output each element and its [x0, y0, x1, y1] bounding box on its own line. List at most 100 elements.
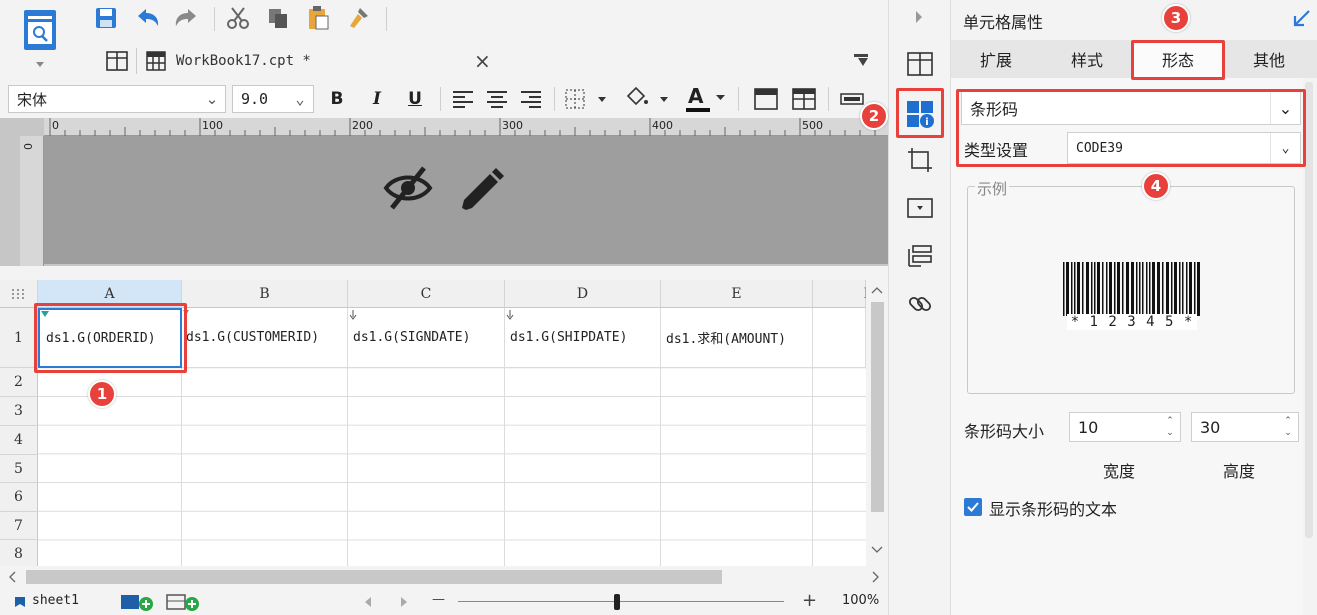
cell-e1-amount-sum[interactable]: ds1.求和(AMOUNT): [661, 308, 813, 368]
widget-button[interactable]: [904, 192, 936, 224]
underline-button[interactable]: U: [404, 86, 426, 112]
split-cells-icon[interactable]: [792, 88, 816, 110]
ruler-tick-label: 400: [652, 119, 673, 132]
font-color-button[interactable]: A: [684, 84, 714, 114]
paste-button[interactable]: [304, 4, 332, 32]
show-text-checkbox[interactable]: [964, 498, 982, 516]
column-header-f[interactable]: I: [813, 280, 866, 308]
chevron-down-icon[interactable]: [716, 95, 726, 103]
annotation-badge-2: 2: [860, 102, 888, 130]
add-poly-sheet-icon[interactable]: [166, 593, 200, 611]
barcode-width-value: 10: [1078, 417, 1099, 437]
edit-pencil-icon[interactable]: [458, 166, 504, 212]
column-header-c[interactable]: C: [348, 280, 505, 308]
height-label: 高度: [1223, 462, 1256, 481]
font-size-select[interactable]: 9.0 ⌄: [232, 85, 314, 113]
sheet-properties-button[interactable]: [904, 48, 936, 80]
align-right-icon[interactable]: [520, 89, 542, 109]
workbook-file-icon: [146, 51, 166, 71]
align-left-icon[interactable]: [452, 89, 474, 109]
scroll-down-icon[interactable]: [871, 546, 883, 554]
sheet-tab[interactable]: sheet1: [32, 593, 79, 608]
checkmark-icon: [967, 502, 979, 512]
select-all-corner[interactable]: [0, 280, 38, 308]
tab-menu-icon[interactable]: [852, 52, 872, 68]
undo-icon: [138, 9, 159, 26]
hyperlink-button[interactable]: [904, 288, 936, 320]
italic-button[interactable]: I: [366, 86, 388, 112]
header-canvas[interactable]: [44, 136, 888, 264]
save-button[interactable]: [92, 4, 120, 32]
merge-cells-icon[interactable]: [754, 88, 778, 110]
border-icon[interactable]: [564, 88, 608, 110]
cell-f1[interactable]: [813, 308, 866, 368]
collapse-arrow-icon[interactable]: [914, 10, 924, 24]
width-label: 宽度: [1103, 462, 1136, 481]
next-sheet-icon[interactable]: [400, 597, 408, 607]
cell-b1-customerid[interactable]: ds1.G(CUSTOMERID): [182, 308, 348, 368]
add-sheet-icon[interactable]: [120, 593, 154, 611]
row-header[interactable]: 2: [0, 368, 38, 397]
barcode-height-input[interactable]: 30 ⌃ ⌄: [1191, 412, 1299, 442]
collapse-panel-icon[interactable]: [1293, 9, 1311, 27]
expand-down-arrow-icon: [349, 310, 357, 320]
spinner-arrows-icon[interactable]: ⌃ ⌄: [1278, 413, 1298, 441]
tab-workbook[interactable]: WorkBook17.cpt * ×: [96, 42, 502, 80]
zoom-in-button[interactable]: +: [802, 590, 817, 611]
hierarchy-button[interactable]: [904, 240, 936, 272]
column-header-e[interactable]: E: [661, 280, 813, 308]
row-header[interactable]: 6: [0, 483, 38, 512]
scroll-up-icon[interactable]: [871, 286, 883, 294]
bold-button[interactable]: B: [326, 86, 348, 112]
vertical-ruler: 0: [20, 136, 44, 266]
redo-button[interactable]: [172, 4, 200, 32]
cut-button[interactable]: [224, 4, 252, 32]
row-header[interactable]: 8: [0, 540, 38, 566]
spinner-arrows-icon[interactable]: ⌃ ⌄: [1160, 413, 1180, 441]
copy-icon: [269, 9, 287, 28]
ruler-tick-label: 0: [21, 143, 34, 150]
app-logo[interactable]: [0, 0, 88, 78]
row-header[interactable]: 4: [0, 426, 38, 455]
zoom-slider-handle[interactable]: [614, 594, 620, 610]
zoom-slider-track[interactable]: [458, 601, 784, 602]
grid-dots-icon: [11, 288, 24, 299]
row-header[interactable]: 5: [0, 455, 38, 483]
column-header-b[interactable]: B: [182, 280, 348, 308]
tab-expand[interactable]: 扩展: [951, 40, 1041, 78]
grid-view-icon: [907, 52, 933, 76]
font-name-select[interactable]: 宋体 ⌄: [8, 85, 226, 113]
column-header-d[interactable]: D: [505, 280, 661, 308]
format-painter-button[interactable]: [344, 4, 372, 32]
sheet-icon: [15, 597, 25, 607]
scroll-right-icon[interactable]: [872, 571, 880, 583]
tab-close-button[interactable]: ×: [474, 49, 491, 73]
eye-hidden-icon[interactable]: [382, 164, 434, 212]
hierarchy-icon: [908, 245, 932, 267]
scroll-left-icon[interactable]: [8, 571, 16, 583]
cell-d1-shipdate[interactable]: ds1.G(SHIPDATE): [505, 308, 661, 368]
more-format-icon[interactable]: [840, 92, 864, 106]
empty-rows[interactable]: [38, 368, 866, 566]
barcode-width-input[interactable]: 10 ⌃ ⌄: [1069, 412, 1181, 442]
row-header[interactable]: 1: [0, 308, 38, 368]
horizontal-scroll-thumb[interactable]: [26, 570, 722, 584]
cell-c1-signdate[interactable]: ds1.G(SIGNDATE): [348, 308, 505, 368]
copy-button[interactable]: [264, 4, 292, 32]
tab-other[interactable]: 其他: [1224, 40, 1314, 78]
fill-color-icon[interactable]: [622, 86, 670, 112]
example-label: 示例: [975, 178, 1010, 199]
horizontal-scrollbar[interactable]: [0, 566, 888, 588]
crop-button[interactable]: [904, 144, 936, 176]
tab-style[interactable]: 样式: [1042, 40, 1132, 78]
align-center-icon[interactable]: [486, 89, 508, 109]
row-header[interactable]: 3: [0, 397, 38, 426]
row-header[interactable]: 7: [0, 512, 38, 540]
undo-button[interactable]: [134, 4, 162, 32]
prev-sheet-icon[interactable]: [364, 597, 372, 607]
zoom-out-button[interactable]: —: [432, 592, 445, 607]
panel-scrollbar[interactable]: [1305, 82, 1313, 538]
annotation-badge-1: 1: [88, 380, 116, 408]
vertical-scroll-thumb[interactable]: [871, 302, 884, 512]
vertical-scrollbar[interactable]: [866, 280, 888, 566]
